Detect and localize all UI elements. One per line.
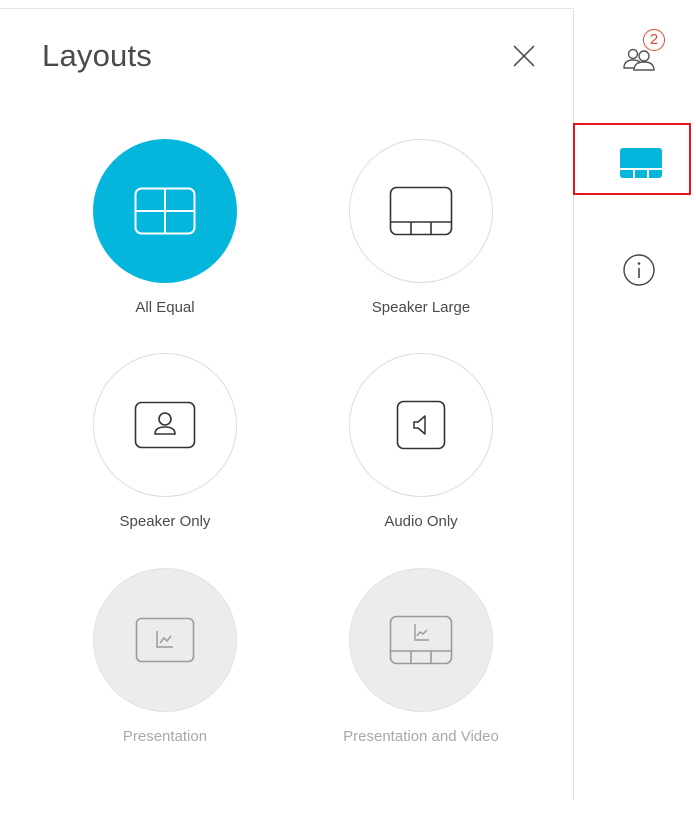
layout-circle: [349, 568, 493, 712]
layout-option-speaker-only[interactable]: Speaker Only: [45, 353, 285, 530]
speaker-only-icon: [134, 401, 196, 449]
presentation-video-icon: [389, 615, 453, 665]
layouts-window: Layouts All Equal Speaker Large Speaker …: [0, 0, 696, 828]
speaker-large-icon: [389, 186, 453, 236]
layout-option-audio-only[interactable]: Audio Only: [301, 353, 541, 530]
layout-option-presentation-and-video: Presentation and Video: [301, 568, 541, 745]
panel-title: Layouts: [42, 38, 152, 73]
layout-option-presentation: Presentation: [45, 568, 285, 745]
layout-circle: [349, 353, 493, 497]
layout-option-speaker-large[interactable]: Speaker Large: [301, 139, 541, 316]
layout-label: Audio Only: [384, 513, 458, 530]
close-icon: [513, 45, 535, 67]
selection-highlight: [573, 123, 691, 195]
grid-2x2-icon: [134, 187, 196, 235]
audio-only-icon: [396, 400, 446, 450]
layout-label: Speaker Large: [371, 299, 471, 316]
layout-circle: [349, 139, 493, 283]
layout-label: Presentation: [122, 728, 208, 745]
presentation-icon: [135, 617, 195, 663]
layout-circle: [93, 139, 237, 283]
layout-label: Speaker Only: [119, 513, 211, 530]
info-icon: [623, 254, 655, 286]
layout-circle: [93, 568, 237, 712]
layout-label: All Equal: [135, 299, 195, 316]
info-button[interactable]: [622, 253, 656, 287]
layout-circle: [93, 353, 237, 497]
layouts-panel: Layouts All Equal Speaker Large Speaker …: [0, 0, 573, 828]
layout-label: Presentation and Video: [343, 728, 499, 745]
layout-option-all-equal[interactable]: All Equal: [45, 139, 285, 316]
participants-count-badge: 2: [643, 29, 665, 51]
close-button[interactable]: [508, 40, 540, 72]
